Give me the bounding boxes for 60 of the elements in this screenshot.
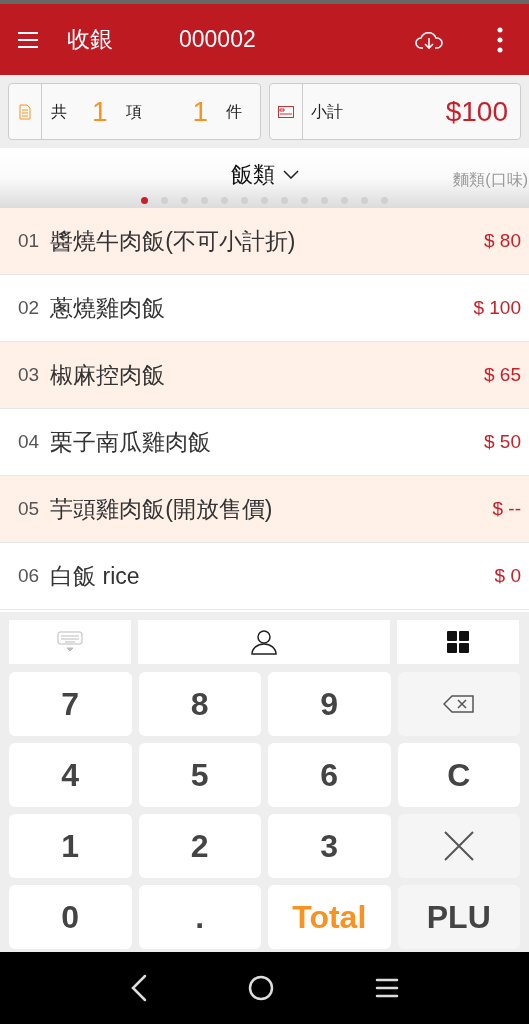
keypad-key[interactable]: 0 xyxy=(9,885,132,949)
person-icon xyxy=(251,629,277,655)
backspace-icon xyxy=(442,695,475,713)
document-icon xyxy=(19,103,31,120)
category-dropdown[interactable]: 飯類 xyxy=(230,158,299,191)
chevron-down-icon xyxy=(282,170,299,179)
product-name: 栗子南瓜雞肉飯 xyxy=(50,427,212,457)
pieces-count: 1 xyxy=(192,94,209,129)
home-icon[interactable] xyxy=(247,975,274,1001)
product-price: $ 0 xyxy=(494,563,521,588)
keypad-key[interactable]: 9 xyxy=(268,672,391,736)
recent-apps-icon[interactable] xyxy=(374,978,399,998)
multiply-icon xyxy=(442,830,475,862)
product-code: 05 xyxy=(18,496,40,521)
keypad-key[interactable]: 5 xyxy=(138,743,261,807)
product-name: 白飯 rice xyxy=(50,561,140,591)
multiply-button[interactable] xyxy=(397,814,520,878)
product-code: 06 xyxy=(18,563,40,588)
card-icon xyxy=(277,105,294,118)
app-title: 收銀 xyxy=(67,25,113,55)
keypad-key[interactable]: 8 xyxy=(138,672,261,736)
subtotal-amount: $100 xyxy=(445,94,508,129)
product-code: 02 xyxy=(18,295,40,320)
product-name: 蔥燒雞肉飯 xyxy=(50,293,166,323)
items-label: 項 xyxy=(125,101,142,122)
keypad-key[interactable]: 7 xyxy=(9,672,132,736)
keyboard-icon xyxy=(57,631,83,653)
keypad-key[interactable]: C xyxy=(397,743,520,807)
order-number: 000002 xyxy=(179,25,256,55)
product-price: $ 100 xyxy=(473,295,521,320)
items-count: 1 xyxy=(92,94,108,129)
product-price: $ 80 xyxy=(484,228,521,253)
product-row[interactable]: 05 芋頭雞肉飯(開放售價) $ -- xyxy=(0,476,529,543)
product-name: 醬燒牛肉飯(不可小計折) xyxy=(50,226,296,256)
product-name: 椒麻控肉飯 xyxy=(50,360,166,390)
cloud-download-icon[interactable] xyxy=(415,29,443,50)
product-name: 芋頭雞肉飯(開放售價) xyxy=(50,494,273,524)
keypad-key[interactable]: 4 xyxy=(9,743,132,807)
more-icon[interactable] xyxy=(497,26,503,53)
grid-icon xyxy=(447,631,469,653)
total-label: 共 xyxy=(51,101,67,122)
product-price: $ 50 xyxy=(484,429,521,454)
grid-button[interactable] xyxy=(397,620,519,664)
keypad-key[interactable]: 1 xyxy=(9,814,132,878)
pieces-label: 件 xyxy=(226,101,243,122)
subtotal-label: 小計 xyxy=(310,101,343,122)
keypad-key[interactable]: . xyxy=(138,885,261,949)
keypad-key[interactable]: 6 xyxy=(268,743,391,807)
keypad-key[interactable]: 2 xyxy=(138,814,261,878)
product-code: 03 xyxy=(18,362,40,387)
product-price: $ 65 xyxy=(484,362,521,387)
product-row[interactable]: 01 醬燒牛肉飯(不可小計折) $ 80 xyxy=(0,208,529,275)
product-code: 04 xyxy=(18,429,40,454)
back-icon[interactable] xyxy=(130,974,147,1002)
menu-icon[interactable] xyxy=(18,31,38,48)
product-price: $ -- xyxy=(492,496,521,521)
product-code: 01 xyxy=(18,228,40,253)
product-row[interactable]: 03 椒麻控肉飯 $ 65 xyxy=(0,342,529,409)
keypad-key[interactable]: 3 xyxy=(268,814,391,878)
plu-button[interactable]: PLU xyxy=(397,885,520,949)
